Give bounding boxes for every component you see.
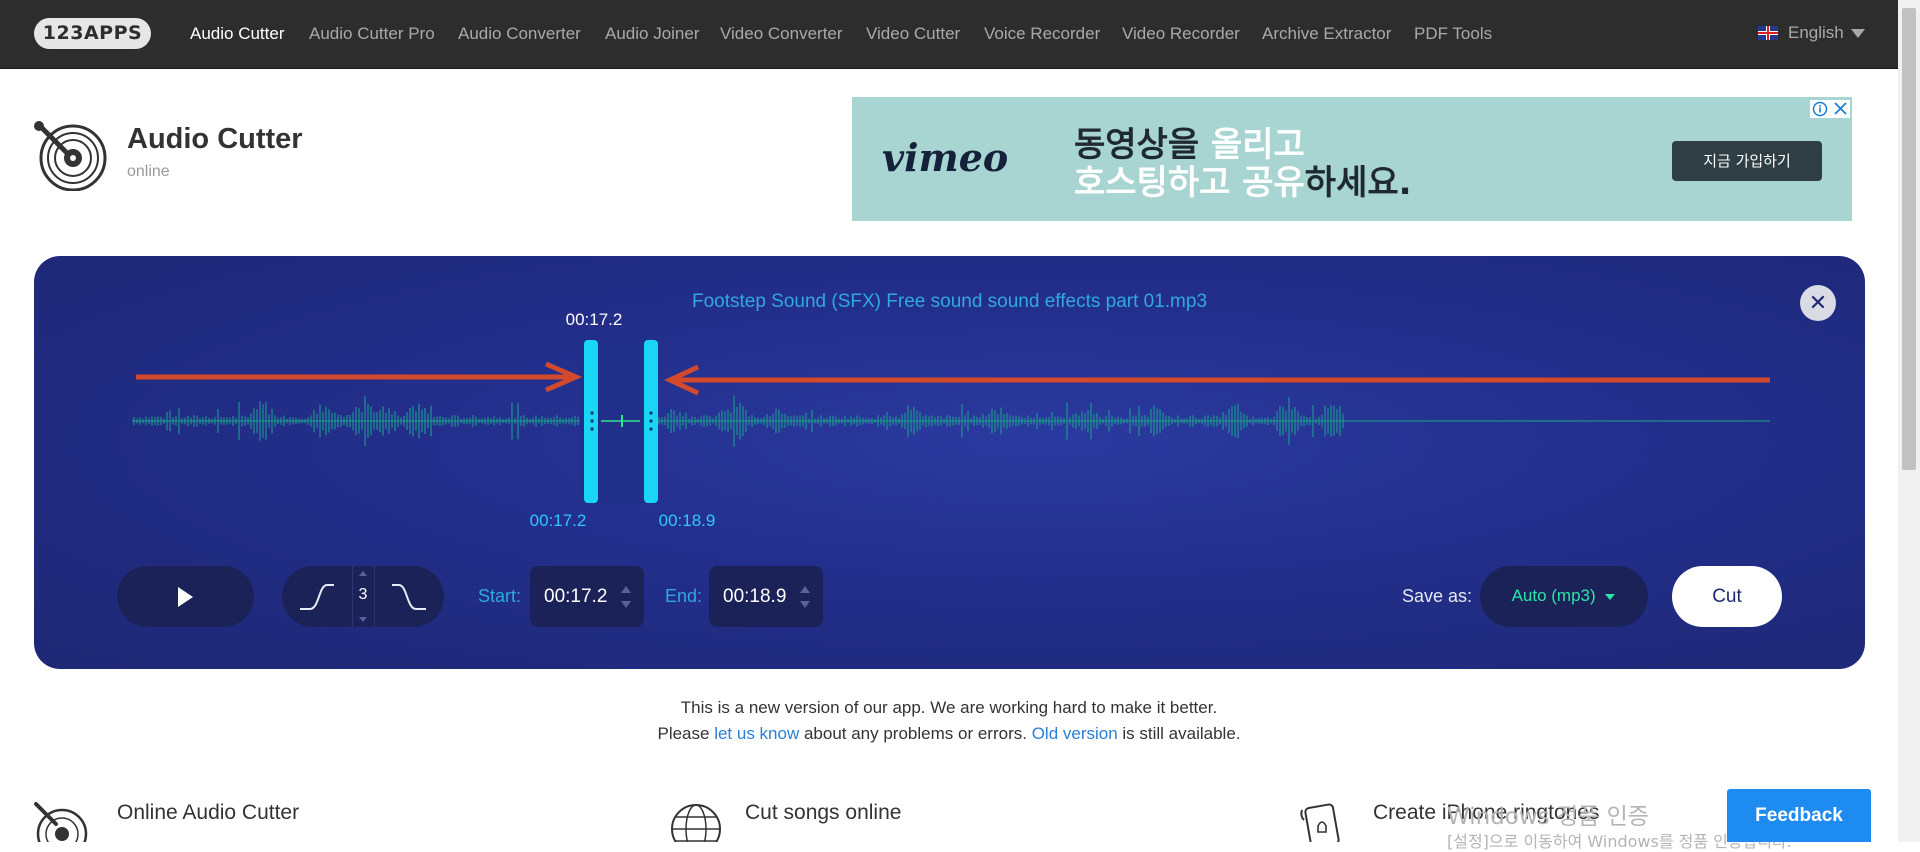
start-time-input[interactable]: 00:17.2 bbox=[530, 566, 644, 627]
version-notice: This is a new version of our app. We are… bbox=[680, 698, 1218, 717]
fade-out-icon[interactable] bbox=[389, 581, 429, 613]
chevron-down-icon[interactable] bbox=[1604, 593, 1616, 601]
advertisement-banner[interactable]: vimeo 동영상을 올리고 호스팅하고 공유하세요. 지금 가입하기 bbox=[852, 97, 1852, 221]
format-dropdown[interactable]: Auto (mp3) bbox=[1480, 566, 1648, 627]
nav-video-converter[interactable]: Video Converter bbox=[720, 24, 843, 44]
nav-pdf-tools[interactable]: PDF Tools bbox=[1414, 24, 1492, 44]
end-time-value[interactable]: 00:18.9 bbox=[723, 586, 786, 608]
app-title: Audio Cutter bbox=[127, 123, 303, 155]
feedback-button[interactable]: Feedback bbox=[1727, 789, 1871, 842]
selection-start-time: 00:17.2 bbox=[529, 511, 587, 530]
nav-video-recorder[interactable]: Video Recorder bbox=[1122, 24, 1240, 44]
start-handle-grip bbox=[590, 411, 594, 415]
start-label: Start: bbox=[478, 586, 522, 606]
fade-duration-value[interactable]: 3 bbox=[352, 586, 374, 604]
play-icon bbox=[178, 587, 193, 607]
save-as-label: Save as: bbox=[1402, 586, 1473, 606]
start-time-value[interactable]: 00:17.2 bbox=[544, 586, 607, 608]
chevron-down-icon[interactable] bbox=[1851, 29, 1865, 38]
end-time-input[interactable]: 00:18.9 bbox=[709, 566, 823, 627]
fade-increment-icon[interactable] bbox=[357, 569, 369, 577]
feature-cut-songs-online: Cut songs online bbox=[745, 801, 902, 824]
ad-headline-line2: 호스팅하고 공유하세요. bbox=[1074, 163, 1412, 203]
start-handle-grip bbox=[590, 427, 594, 431]
audio-editor: Footstep Sound (SFX) Free sound sound ef… bbox=[34, 256, 1865, 669]
ad-brand-logo: vimeo bbox=[882, 135, 1009, 180]
start-stepper-icon[interactable] bbox=[618, 582, 634, 612]
uk-flag-icon bbox=[1758, 26, 1778, 40]
vinyl-record-icon bbox=[34, 121, 107, 191]
nav-video-cutter[interactable]: Video Cutter bbox=[866, 24, 960, 44]
nav-archive-extractor[interactable]: Archive Extractor bbox=[1262, 24, 1391, 44]
let-us-know-link[interactable]: let us know bbox=[714, 724, 799, 743]
language-selector[interactable]: English bbox=[1788, 23, 1844, 43]
ad-choices[interactable] bbox=[1810, 100, 1850, 118]
nav-audio-joiner[interactable]: Audio Joiner bbox=[605, 24, 700, 44]
fade-in-icon[interactable] bbox=[297, 581, 337, 613]
end-stepper-icon[interactable] bbox=[797, 582, 813, 612]
fade-controls: 3 bbox=[282, 566, 444, 627]
globe-icon bbox=[671, 804, 721, 842]
phone-ringtone-icon bbox=[1300, 803, 1340, 842]
end-handle-grip bbox=[649, 427, 653, 431]
top-nav: 123APPS Audio Cutter Audio Cutter Pro Au… bbox=[0, 0, 1898, 69]
fade-decrement-icon[interactable] bbox=[357, 616, 369, 624]
cut-button[interactable]: Cut bbox=[1672, 566, 1782, 627]
play-button[interactable] bbox=[117, 566, 254, 627]
windows-activation-watermark: Windows 정품 인증 bbox=[1447, 804, 1649, 830]
ad-signup-button[interactable]: 지금 가입하기 bbox=[1672, 141, 1822, 181]
nav-audio-cutter-pro[interactable]: Audio Cutter Pro bbox=[309, 24, 435, 44]
end-handle-grip bbox=[649, 411, 653, 415]
scrollbar-thumb[interactable] bbox=[1902, 8, 1916, 470]
vinyl-record-icon bbox=[34, 802, 88, 842]
ad-info-icon[interactable] bbox=[1810, 100, 1850, 118]
version-notice-links: Please let us know about any problems or… bbox=[657, 724, 1241, 743]
nav-audio-converter[interactable]: Audio Converter bbox=[458, 24, 581, 44]
selection-end-time: 00:18.9 bbox=[658, 511, 716, 530]
end-label: End: bbox=[665, 586, 703, 606]
format-value[interactable]: Auto (mp3) bbox=[1480, 586, 1648, 606]
old-version-link[interactable]: Old version bbox=[1032, 724, 1118, 743]
app-subtitle: online bbox=[127, 163, 170, 180]
start-handle-grip bbox=[590, 419, 594, 423]
nav-audio-cutter[interactable]: Audio Cutter bbox=[190, 24, 285, 44]
site-logo[interactable]: 123APPS bbox=[34, 18, 151, 49]
nav-voice-recorder[interactable]: Voice Recorder bbox=[984, 24, 1100, 44]
end-handle-grip bbox=[649, 419, 653, 423]
feature-online-audio-cutter: Online Audio Cutter bbox=[117, 801, 300, 824]
